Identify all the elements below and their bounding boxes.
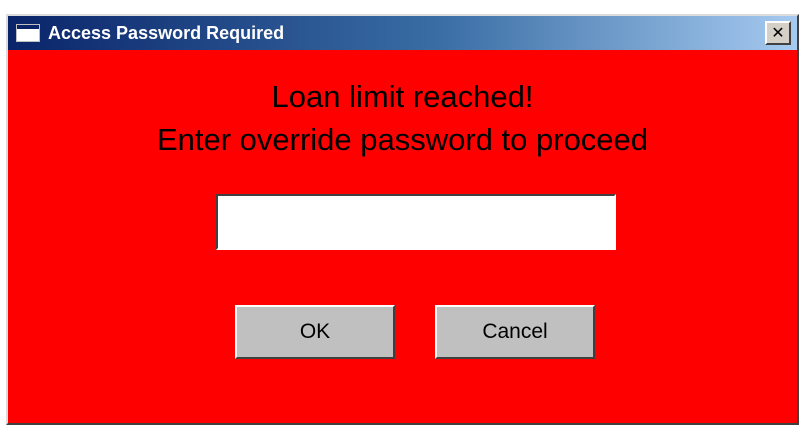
ok-button[interactable]: OK <box>235 305 395 359</box>
close-icon: ✕ <box>771 23 785 42</box>
close-button[interactable]: ✕ <box>765 21 791 45</box>
password-input[interactable] <box>216 194 616 250</box>
title-bar[interactable]: Access Password Required ✕ <box>8 16 797 50</box>
message-line-1: Loan limit reached! <box>271 79 534 114</box>
window-icon <box>16 24 40 42</box>
window-title: Access Password Required <box>48 22 285 43</box>
cancel-button[interactable]: Cancel <box>435 305 595 359</box>
password-dialog: Access Password Required ✕ Loan limit re… <box>6 14 799 425</box>
message-line-2: Enter override password to proceed <box>156 122 649 157</box>
